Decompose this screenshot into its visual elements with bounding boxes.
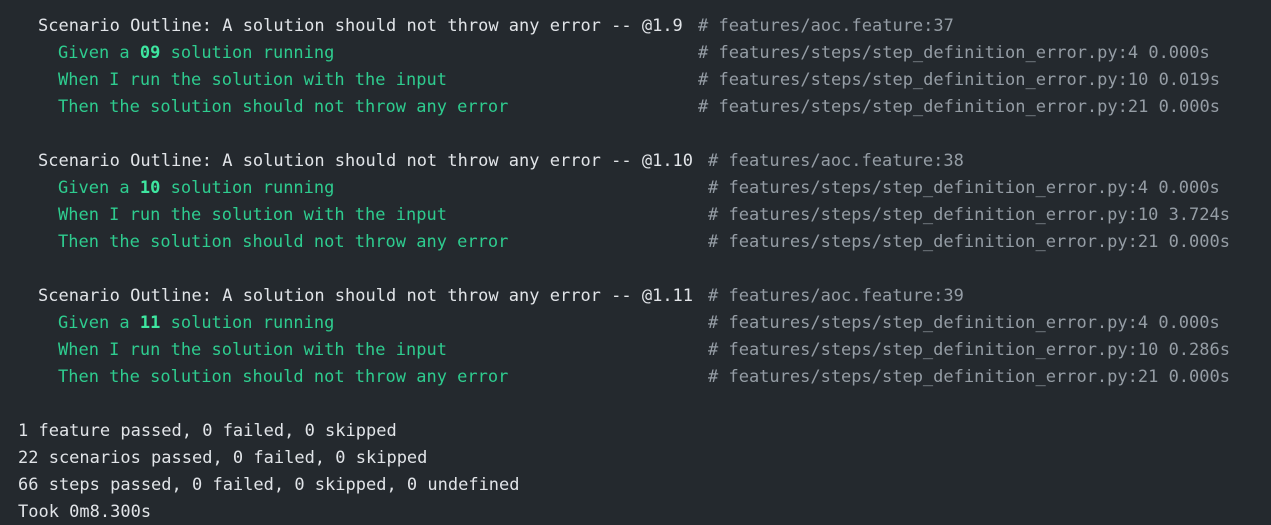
step-line: Then the solution should not throw any e… [0, 94, 1271, 121]
step-location: # features/steps/step_definition_error.p… [698, 70, 1220, 90]
step-text: Given a 09 solution running [58, 43, 335, 63]
step-line: When I run the solution with the input #… [0, 67, 1271, 94]
step-location: # features/steps/step_definition_error.p… [708, 205, 1230, 225]
step-location: # features/steps/step_definition_error.p… [708, 340, 1230, 360]
step-text: Then the solution should not throw any e… [58, 232, 509, 252]
step-location: # features/steps/step_definition_error.p… [708, 178, 1220, 198]
day-number: 10 [139, 178, 161, 198]
summary-steps-text: 66 steps passed, 0 failed, 0 skipped, 0 … [18, 475, 520, 495]
step-text: Then the solution should not throw any e… [58, 97, 509, 117]
summary-steps: 66 steps passed, 0 failed, 0 skipped, 0 … [0, 472, 1271, 499]
terminal-output: Scenario Outline: A solution should not … [0, 0, 1271, 525]
summary-features: 1 feature passed, 0 failed, 0 skipped [0, 418, 1271, 445]
day-number: 09 [139, 43, 161, 63]
summary-duration-text: Took 0m8.300s [18, 502, 152, 522]
step-text: When I run the solution with the input [58, 205, 447, 225]
step-location: # features/steps/step_definition_error.p… [708, 367, 1230, 387]
step-line: When I run the solution with the input #… [0, 202, 1271, 229]
summary-scenarios: 22 scenarios passed, 0 failed, 0 skipped [0, 445, 1271, 472]
scenario-header: Scenario Outline: A solution should not … [0, 148, 1271, 175]
step-location: # features/steps/step_definition_error.p… [708, 232, 1230, 252]
step-line: Then the solution should not throw any e… [0, 364, 1271, 391]
step-text: When I run the solution with the input [58, 70, 447, 90]
step-line: When I run the solution with the input #… [0, 337, 1271, 364]
scenario-title: Scenario Outline: A solution should not … [38, 151, 694, 171]
step-text: Given a 11 solution running [58, 313, 335, 333]
scenario-location: # features/aoc.feature:37 [698, 16, 954, 36]
day-number: 11 [139, 313, 161, 333]
scenario-title: Scenario Outline: A solution should not … [38, 286, 694, 306]
scenario-location: # features/aoc.feature:38 [708, 151, 964, 171]
step-text: Given a 10 solution running [58, 178, 335, 198]
scenario-header: Scenario Outline: A solution should not … [0, 13, 1271, 40]
step-line: Given a 11 solution running # features/s… [0, 310, 1271, 337]
step-text: Then the solution should not throw any e… [58, 367, 509, 387]
summary-duration: Took 0m8.300s [0, 499, 1271, 525]
summary-scenarios-text: 22 scenarios passed, 0 failed, 0 skipped [18, 448, 428, 468]
step-line: Then the solution should not throw any e… [0, 229, 1271, 256]
scenario-header: Scenario Outline: A solution should not … [0, 283, 1271, 310]
step-location: # features/steps/step_definition_error.p… [708, 313, 1220, 333]
summary-features-text: 1 feature passed, 0 failed, 0 skipped [18, 421, 397, 441]
scenario-title: Scenario Outline: A solution should not … [38, 16, 683, 36]
step-location: # features/steps/step_definition_error.p… [698, 97, 1220, 117]
step-location: # features/steps/step_definition_error.p… [698, 43, 1210, 63]
scenario-location: # features/aoc.feature:39 [708, 286, 964, 306]
step-line: Given a 09 solution running # features/s… [0, 40, 1271, 67]
step-text: When I run the solution with the input [58, 340, 447, 360]
step-line: Given a 10 solution running # features/s… [0, 175, 1271, 202]
